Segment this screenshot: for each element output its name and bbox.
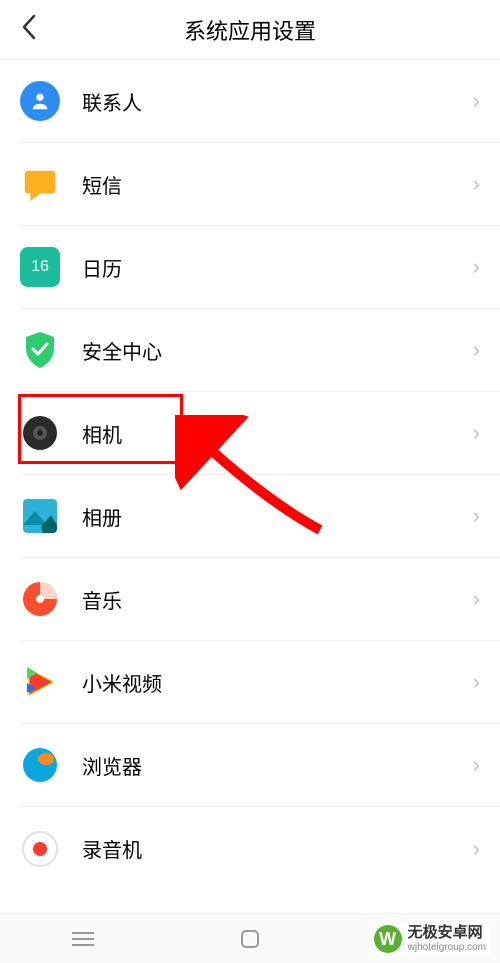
item-label: 相机 bbox=[82, 419, 473, 448]
recorder-icon bbox=[20, 829, 60, 869]
camera-icon bbox=[20, 413, 60, 453]
browser-icon bbox=[20, 745, 60, 785]
nav-menu-button[interactable] bbox=[53, 924, 113, 954]
messages-icon bbox=[20, 164, 60, 204]
list-item-messages[interactable]: 短信 › bbox=[20, 143, 500, 226]
contacts-icon bbox=[20, 81, 60, 121]
item-label: 浏览器 bbox=[82, 751, 473, 780]
watermark: W 无极安卓网 wjhotelgroup.com bbox=[370, 923, 490, 955]
list-item-music[interactable]: 音乐 › bbox=[20, 558, 500, 641]
chevron-right-icon: › bbox=[473, 337, 480, 363]
chevron-right-icon: › bbox=[473, 836, 480, 862]
item-label: 录音机 bbox=[82, 834, 473, 863]
item-label: 小米视频 bbox=[82, 668, 473, 697]
page-title: 系统应用设置 bbox=[0, 14, 500, 46]
list-item-camera[interactable]: 相机 › bbox=[20, 392, 500, 475]
settings-list: 联系人 › 短信 › 16 日历 › 安全中心 › 相机 › 相册 › bbox=[0, 60, 500, 890]
list-item-calendar[interactable]: 16 日历 › bbox=[20, 226, 500, 309]
chevron-right-icon: › bbox=[473, 88, 480, 114]
item-label: 相册 bbox=[82, 502, 473, 531]
watermark-logo-icon: W bbox=[374, 925, 402, 953]
chevron-right-icon: › bbox=[473, 420, 480, 446]
header: 系统应用设置 bbox=[0, 0, 500, 60]
list-item-video[interactable]: 小米视频 › bbox=[20, 641, 500, 724]
list-item-recorder[interactable]: 录音机 › bbox=[20, 807, 500, 890]
nav-home-button[interactable] bbox=[220, 924, 280, 954]
list-item-security[interactable]: 安全中心 › bbox=[20, 309, 500, 392]
chevron-right-icon: › bbox=[473, 586, 480, 612]
chevron-right-icon: › bbox=[473, 254, 480, 280]
gallery-icon bbox=[20, 496, 60, 536]
chevron-right-icon: › bbox=[473, 669, 480, 695]
item-label: 音乐 bbox=[82, 585, 473, 614]
chevron-right-icon: › bbox=[473, 752, 480, 778]
video-icon bbox=[20, 662, 60, 702]
item-label: 日历 bbox=[82, 253, 473, 282]
back-button[interactable] bbox=[20, 13, 38, 46]
list-item-gallery[interactable]: 相册 › bbox=[20, 475, 500, 558]
item-label: 短信 bbox=[82, 170, 473, 199]
chevron-right-icon: › bbox=[473, 171, 480, 197]
item-label: 安全中心 bbox=[82, 336, 473, 365]
music-icon bbox=[20, 579, 60, 619]
calendar-icon: 16 bbox=[20, 247, 60, 287]
list-item-contacts[interactable]: 联系人 › bbox=[20, 60, 500, 143]
list-item-browser[interactable]: 浏览器 › bbox=[20, 724, 500, 807]
shield-icon bbox=[20, 330, 60, 370]
item-label: 联系人 bbox=[82, 87, 473, 116]
chevron-right-icon: › bbox=[473, 503, 480, 529]
